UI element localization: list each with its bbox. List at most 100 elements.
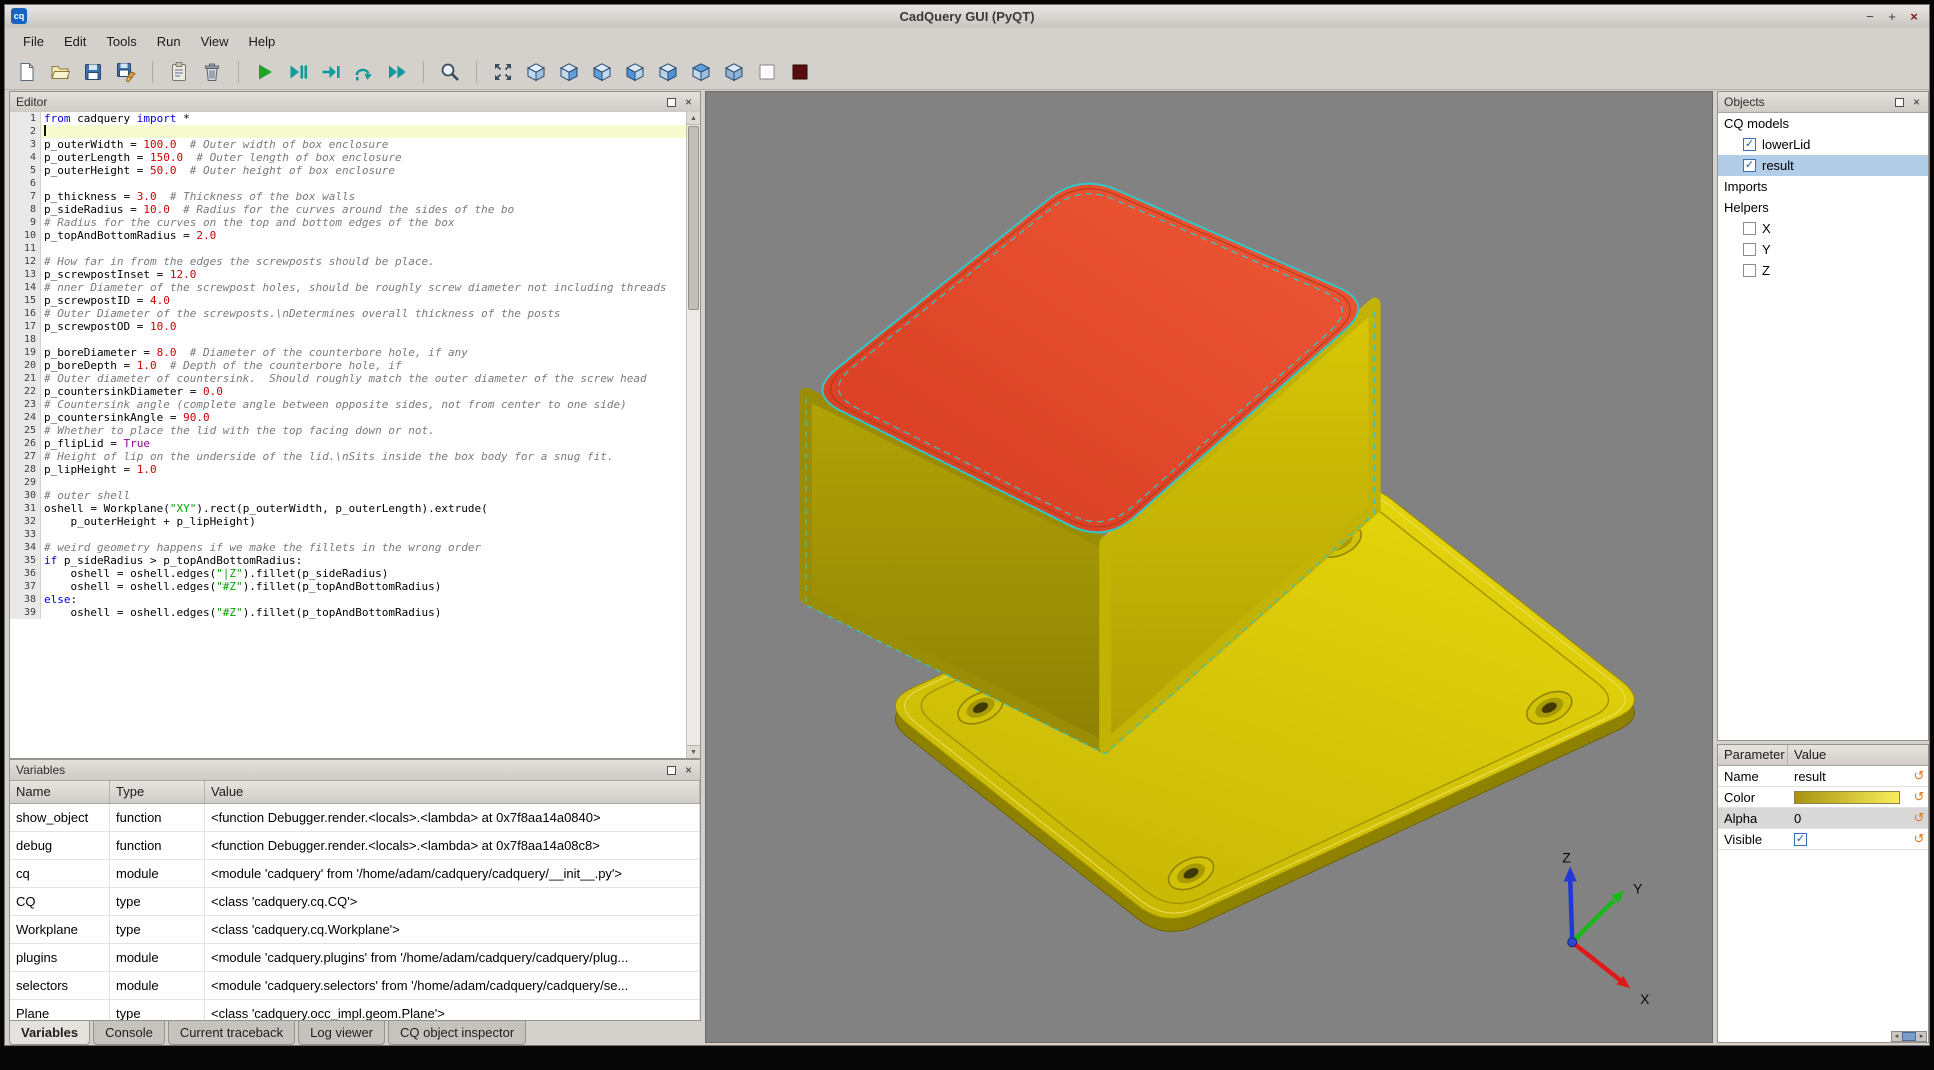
delete-button[interactable]	[198, 58, 226, 86]
parameter-row-color[interactable]: Color↺	[1718, 787, 1928, 808]
code-line[interactable]: 35if p_sideRadius > p_topAndBottomRadius…	[10, 554, 687, 567]
menu-tools[interactable]: Tools	[96, 31, 146, 52]
objects-close-button[interactable]: ×	[1909, 95, 1924, 110]
shaded-button[interactable]	[786, 58, 814, 86]
code-line[interactable]: 37 oshell = oshell.edges("#Z").fillet(p_…	[10, 580, 687, 593]
checkbox[interactable]: ✓	[1743, 159, 1756, 172]
code-line[interactable]: 23# Countersink angle (complete angle be…	[10, 398, 687, 411]
code-line[interactable]: 30# outer shell	[10, 489, 687, 502]
objects-tree-item-x[interactable]: X	[1718, 218, 1928, 239]
editor-float-button[interactable]	[664, 95, 679, 110]
code-line[interactable]: 6	[10, 177, 687, 190]
continue-button[interactable]	[383, 58, 411, 86]
code-line[interactable]: 29	[10, 476, 687, 489]
zoom-button[interactable]	[436, 58, 464, 86]
color-swatch[interactable]	[1794, 791, 1900, 804]
menu-file[interactable]: File	[13, 31, 54, 52]
menu-help[interactable]: Help	[239, 31, 286, 52]
scroll-thumb[interactable]	[688, 126, 699, 310]
code-line[interactable]: 19p_boreDiameter = 8.0 # Diameter of the…	[10, 346, 687, 359]
code-line[interactable]: 11	[10, 242, 687, 255]
code-line[interactable]: 21# Outer diameter of countersink. Shoul…	[10, 372, 687, 385]
reset-button[interactable]: ↺	[1910, 810, 1928, 826]
code-line[interactable]: 4p_outerLength = 150.0 # Outer length of…	[10, 151, 687, 164]
tab-console[interactable]: Console	[93, 1021, 165, 1045]
save-file-button[interactable]	[79, 58, 107, 86]
menu-view[interactable]: View	[191, 31, 239, 52]
editor-vertical-scrollbar[interactable]: ▲ ▼	[686, 112, 700, 758]
checkbox[interactable]	[1743, 222, 1756, 235]
variable-row[interactable]: pluginsmodule<module 'cadquery.plugins' …	[10, 944, 700, 972]
step-into-button[interactable]	[317, 58, 345, 86]
variables-close-button[interactable]: ×	[681, 763, 696, 778]
code-line[interactable]: 24p_countersinkAngle = 90.0	[10, 411, 687, 424]
objects-tree-item-cq-models[interactable]: CQ models	[1718, 113, 1928, 134]
minimize-button[interactable]: −	[1861, 8, 1879, 25]
code-line[interactable]: 12# How far in from the edges the screwp…	[10, 255, 687, 268]
3d-viewport[interactable]: Z Y X	[705, 91, 1713, 1043]
code-line[interactable]: 31oshell = Workplane("XY").rect(p_outerW…	[10, 502, 687, 515]
tab-variables[interactable]: Variables	[9, 1021, 90, 1045]
code-line[interactable]: 33	[10, 528, 687, 541]
code-line[interactable]: 27# Height of lip on the underside of th…	[10, 450, 687, 463]
right-view-button[interactable]	[654, 58, 682, 86]
new-file-button[interactable]	[13, 58, 41, 86]
code-line[interactable]: 10p_topAndBottomRadius = 2.0	[10, 229, 687, 242]
objects-tree-item-imports[interactable]: Imports	[1718, 176, 1928, 197]
code-line[interactable]: 20p_boreDepth = 1.0 # Depth of the count…	[10, 359, 687, 372]
code-line[interactable]: 39 oshell = oshell.edges("#Z").fillet(p_…	[10, 606, 687, 619]
tab-log-viewer[interactable]: Log viewer	[298, 1021, 385, 1045]
reset-button[interactable]: ↺	[1910, 789, 1928, 805]
code-line[interactable]: 34# weird geometry happens if we make th…	[10, 541, 687, 554]
objects-tree-item-z[interactable]: Z	[1718, 260, 1928, 281]
front-view-button[interactable]	[555, 58, 583, 86]
code-line[interactable]: 25# Whether to place the lid with the to…	[10, 424, 687, 437]
code-line[interactable]: 5p_outerHeight = 50.0 # Outer height of …	[10, 164, 687, 177]
reset-button[interactable]: ↺	[1910, 768, 1928, 784]
checkbox[interactable]: ✓	[1794, 833, 1807, 846]
scroll-up-arrow[interactable]: ▲	[687, 112, 700, 125]
variable-row[interactable]: Planetype<class 'cadquery.occ_impl.geom.…	[10, 1000, 700, 1021]
debug-button[interactable]	[284, 58, 312, 86]
left-view-button[interactable]	[621, 58, 649, 86]
menu-run[interactable]: Run	[147, 31, 191, 52]
fit-all-button[interactable]	[489, 58, 517, 86]
scroll-thumb[interactable]	[1902, 1032, 1916, 1041]
column-header-type[interactable]: Type	[110, 781, 205, 803]
variable-row[interactable]: show_objectfunction<function Debugger.re…	[10, 804, 700, 832]
code-line[interactable]: 32 p_outerHeight + p_lipHeight)	[10, 515, 687, 528]
objects-tree-item-lowerlid[interactable]: ✓lowerLid	[1718, 134, 1928, 155]
code-editor[interactable]: 1from cadquery import *23p_outerWidth = …	[10, 112, 687, 758]
checkbox[interactable]: ✓	[1743, 138, 1756, 151]
objects-tree-item-result[interactable]: ✓result	[1718, 155, 1928, 176]
editor-close-button[interactable]: ×	[681, 95, 696, 110]
code-line[interactable]: 2	[10, 125, 687, 138]
code-line[interactable]: 1from cadquery import *	[10, 112, 687, 125]
top-view-button[interactable]	[687, 58, 715, 86]
bottom-view-button[interactable]	[720, 58, 748, 86]
code-line[interactable]: 26p_flipLid = True	[10, 437, 687, 450]
back-view-button[interactable]	[588, 58, 616, 86]
checkbox[interactable]	[1743, 264, 1756, 277]
code-line[interactable]: 28p_lipHeight = 1.0	[10, 463, 687, 476]
column-header-value[interactable]: Value	[205, 781, 700, 803]
save-as-button[interactable]	[112, 58, 140, 86]
close-button[interactable]: ×	[1905, 8, 1923, 25]
step-over-button[interactable]	[350, 58, 378, 86]
title-bar[interactable]: cq CadQuery GUI (PyQT) −+×	[5, 5, 1929, 29]
parameter-row-alpha[interactable]: Alpha0↺	[1718, 808, 1928, 829]
code-line[interactable]: 18	[10, 333, 687, 346]
variable-row[interactable]: debugfunction<function Debugger.render.<…	[10, 832, 700, 860]
scroll-left-arrow[interactable]: ◂	[1892, 1032, 1901, 1041]
code-line[interactable]: 3p_outerWidth = 100.0 # Outer width of b…	[10, 138, 687, 151]
variable-row[interactable]: Workplanetype<class 'cadquery.cq.Workpla…	[10, 916, 700, 944]
code-line[interactable]: 16# Outer Diameter of the screwposts.\nD…	[10, 307, 687, 320]
reset-button[interactable]: ↺	[1910, 831, 1928, 847]
wireframe-button[interactable]	[753, 58, 781, 86]
menu-edit[interactable]: Edit	[54, 31, 96, 52]
parameter-row-name[interactable]: Nameresult↺	[1718, 766, 1928, 787]
params-hscrollbar[interactable]: ◂ ▸	[1891, 1031, 1927, 1042]
maximize-button[interactable]: +	[1883, 8, 1901, 25]
parameter-row-visible[interactable]: Visible✓↺	[1718, 829, 1928, 850]
variable-row[interactable]: selectorsmodule<module 'cadquery.selecto…	[10, 972, 700, 1000]
